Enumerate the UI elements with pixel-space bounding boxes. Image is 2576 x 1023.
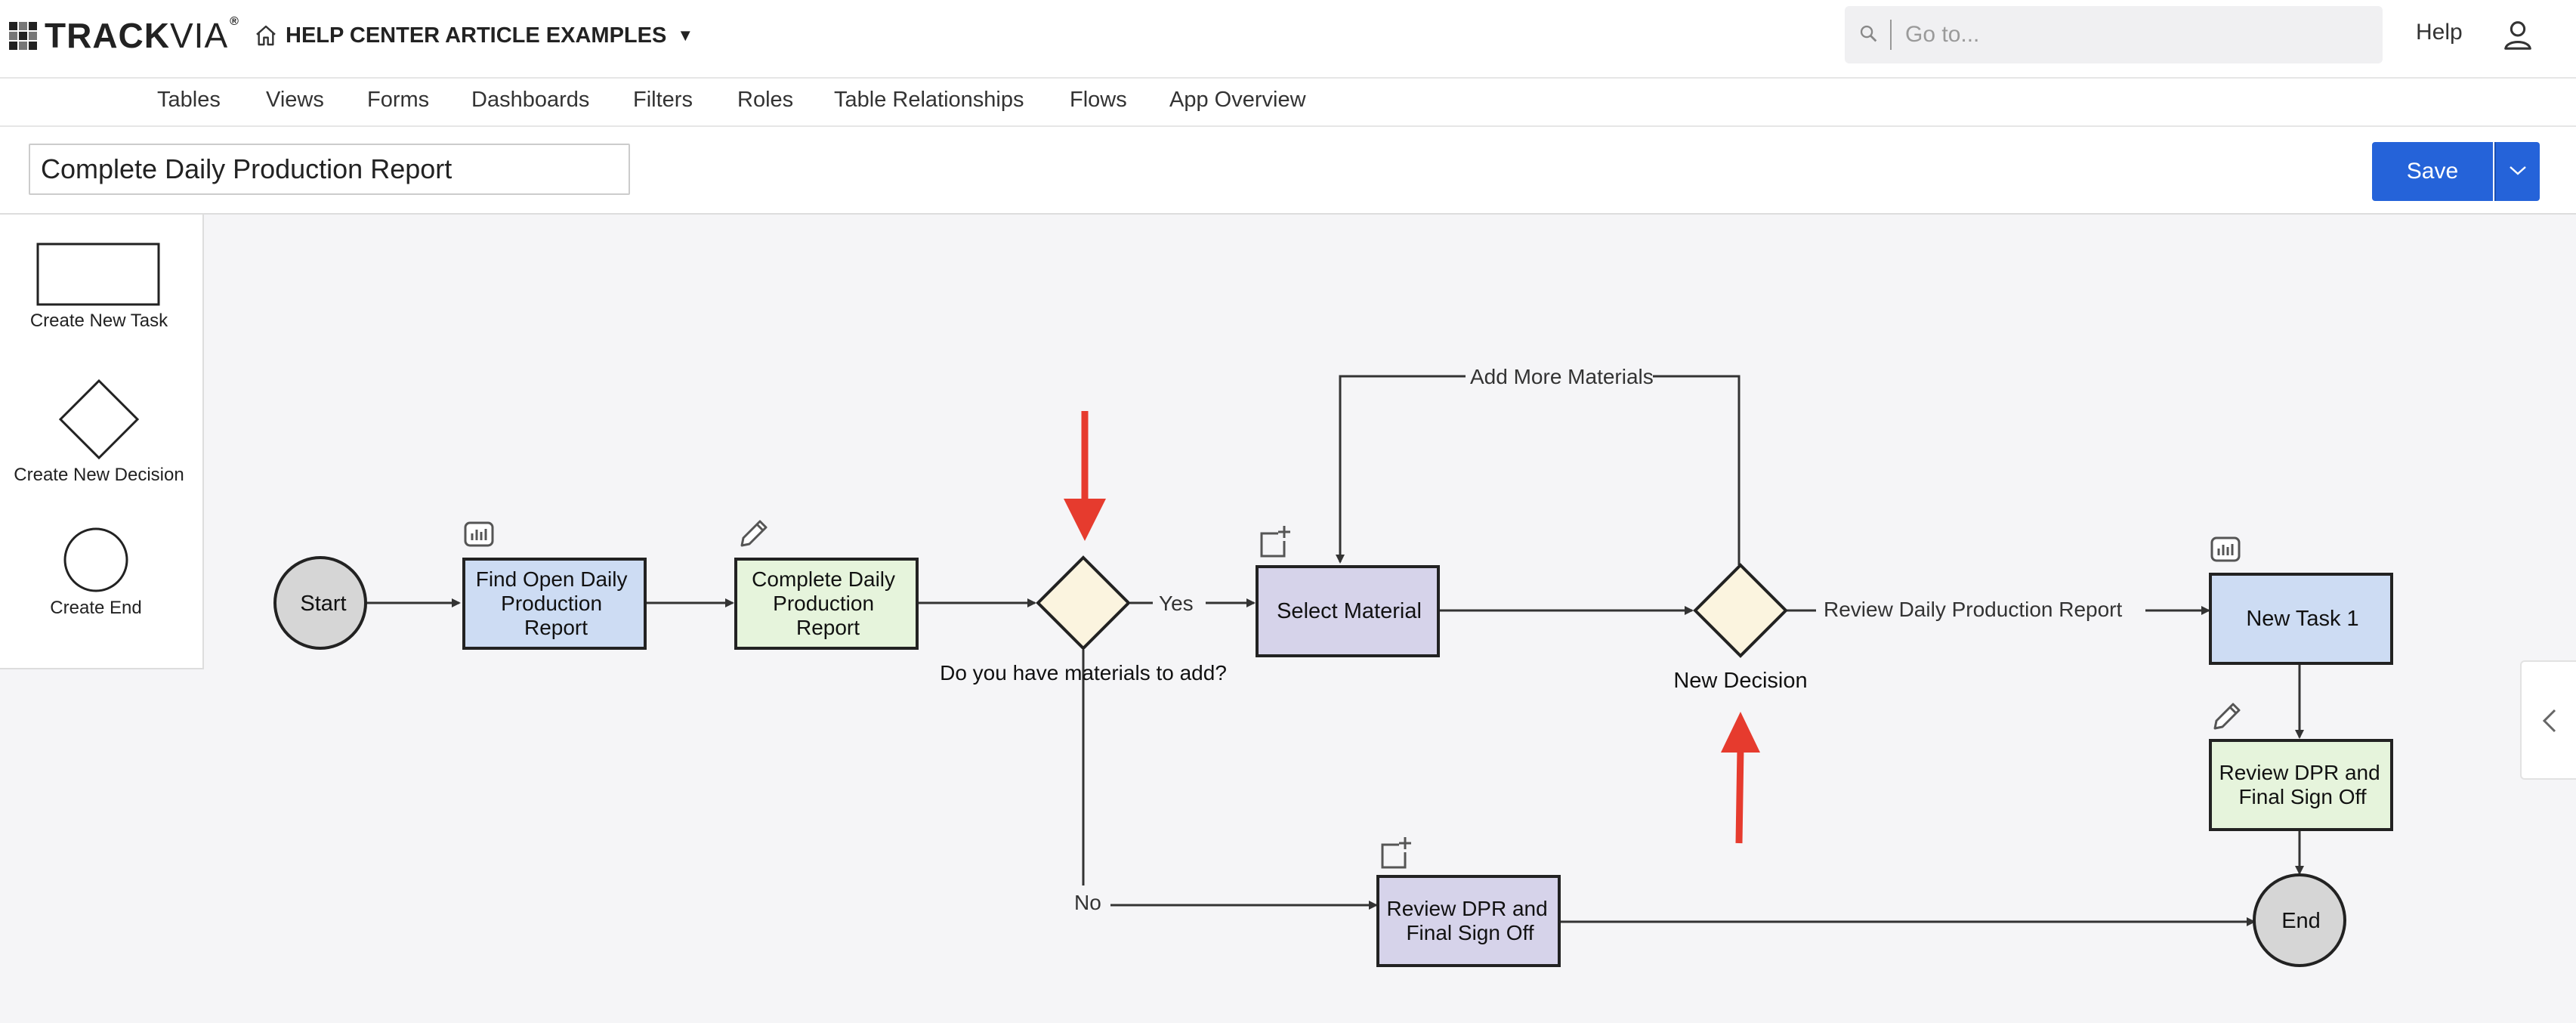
- task-label-line: Final Sign Off: [1406, 921, 1534, 944]
- report-icon: [2210, 536, 2241, 562]
- report-icon: [464, 521, 494, 547]
- task-label-line: Find Open Daily: [476, 567, 628, 591]
- add-form-icon: [1381, 837, 1411, 869]
- task-label-line: Report: [796, 616, 860, 639]
- task-label-line: Review DPR and: [2219, 761, 2380, 784]
- task-label-line: Production: [501, 592, 602, 615]
- edge-label-review-dpr: Review Daily Production Report: [1824, 598, 2123, 621]
- task-label-line: Complete Daily: [752, 567, 895, 591]
- task-find-open-dpr[interactable]: Find Open Daily Production Report: [462, 558, 647, 650]
- edge-add-more-right[interactable]: [1653, 375, 1740, 565]
- start-label: Start: [300, 592, 346, 616]
- task-label-line: Production: [773, 592, 874, 615]
- edge-label-yes: Yes: [1159, 592, 1194, 615]
- task-label-line: Review DPR and: [1387, 897, 1548, 920]
- flow-canvas[interactable]: Yes No Add More Materials Review Daily P…: [0, 0, 2576, 1023]
- add-form-icon: [1260, 526, 1290, 558]
- annotation-arrow-up: [1721, 712, 1760, 844]
- decision-new[interactable]: [1693, 563, 1788, 658]
- pencil-icon: [740, 520, 768, 547]
- decision-new-label: New Decision: [1673, 669, 1807, 693]
- svg-text:Review DPR and Final Sig: Review DPR and Final Sign Off: [2219, 761, 2386, 808]
- task-new-task-1[interactable]: New Task 1: [2209, 573, 2393, 665]
- end-label: End: [2281, 909, 2321, 933]
- decision-materials[interactable]: [1036, 555, 1131, 651]
- task-label-line: New Task 1: [2246, 607, 2358, 631]
- edge-label-no: No: [1074, 891, 1101, 914]
- pencil-icon: [2213, 703, 2241, 730]
- chevron-left-icon: [2542, 709, 2556, 733]
- task-complete-dpr[interactable]: Complete Daily Production Report: [734, 558, 919, 650]
- edge-add-more-left[interactable]: [1336, 375, 1466, 564]
- start-node[interactable]: Start: [273, 556, 367, 650]
- svg-text:Review DPR and Final Sig: Review DPR and Final Sign Off: [1387, 897, 1554, 944]
- task-review-dpr-bottom[interactable]: Review DPR and Final Sign Off: [1376, 875, 1561, 967]
- task-review-dpr-right[interactable]: Review DPR and Final Sign Off: [2209, 739, 2393, 831]
- task-label-line: Select Material: [1277, 599, 1422, 623]
- end-node[interactable]: End: [2253, 873, 2346, 967]
- task-select-material[interactable]: Select Material: [1256, 565, 1440, 657]
- decision-materials-label: Do you have materials to add?: [940, 661, 1227, 685]
- edge-label-add-more: Add More Materials: [1470, 365, 1654, 388]
- task-label-line: Final Sign Off: [2238, 785, 2366, 808]
- annotation-arrow-down: [1064, 411, 1106, 541]
- side-panel-toggle[interactable]: [2520, 660, 2576, 780]
- task-label-line: Report: [524, 616, 588, 639]
